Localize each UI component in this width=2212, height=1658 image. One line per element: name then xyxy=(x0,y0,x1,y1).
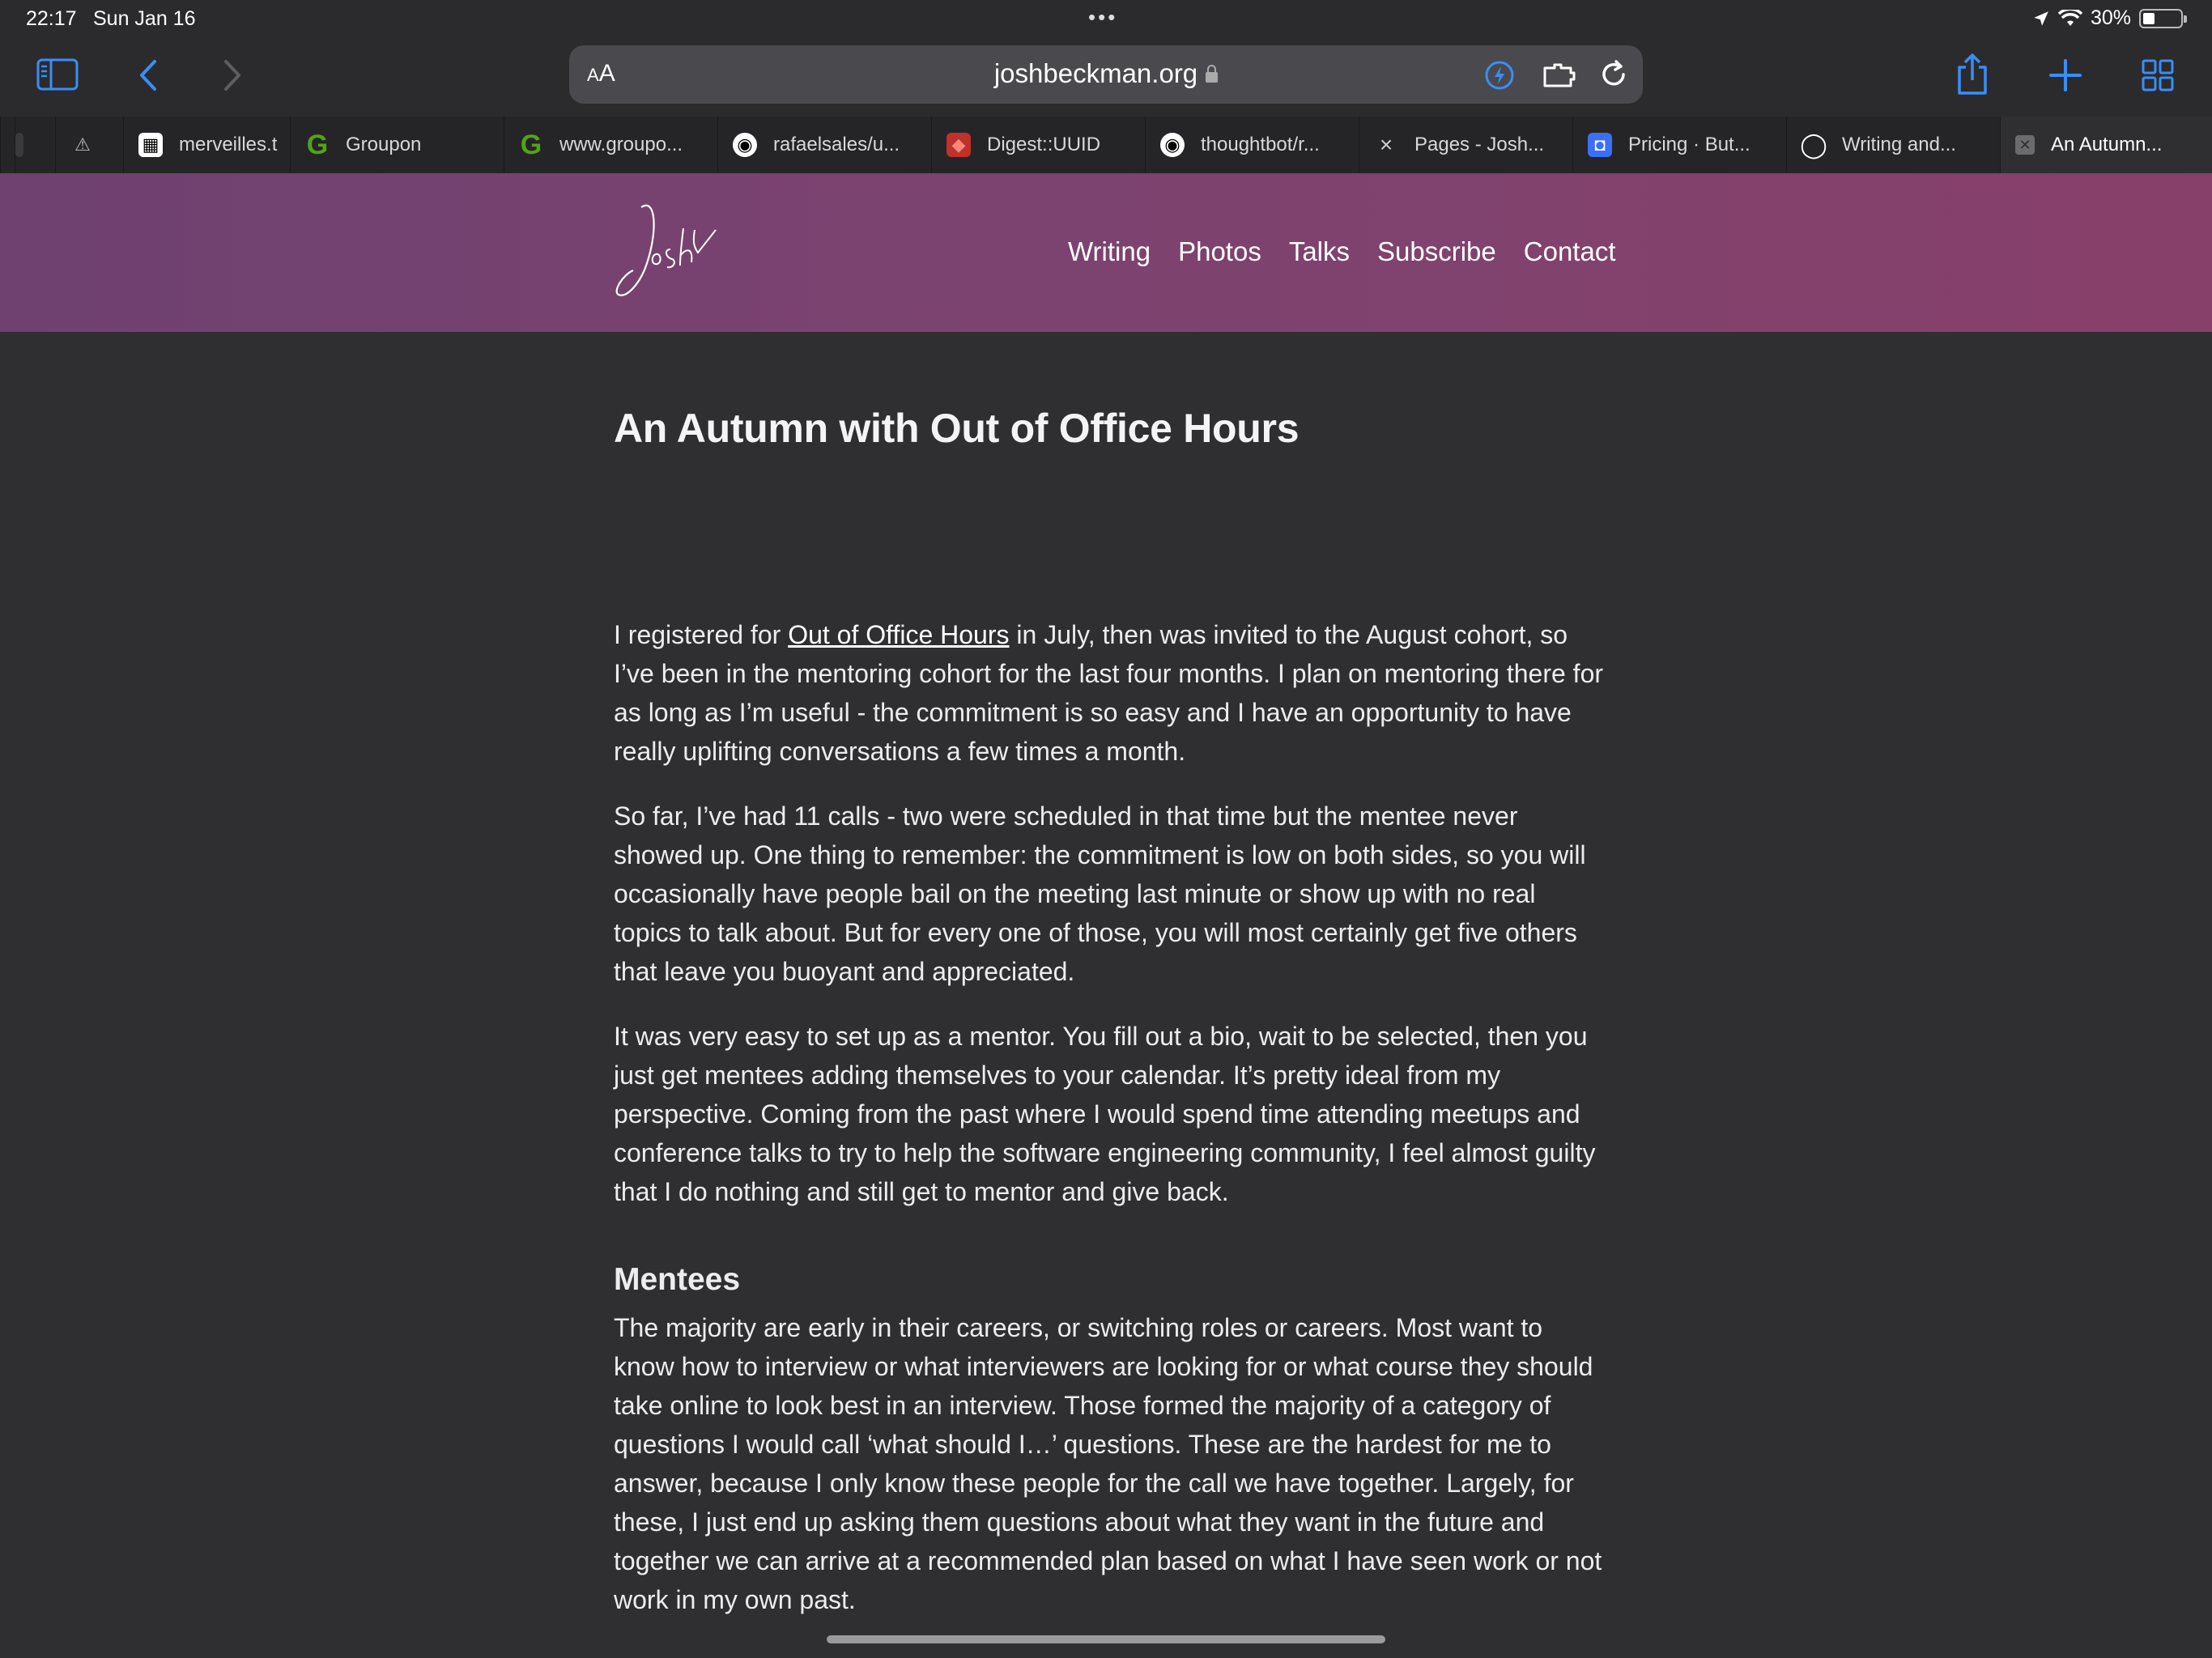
section-heading-mentees: Mentees xyxy=(614,1262,741,1297)
tab-bar: ⚠ ▦ merveilles.t G Groupon G www.groupo.… xyxy=(0,117,2212,173)
paragraph: So far, I’ve had 11 calls - two were sch… xyxy=(614,801,1586,986)
back-arrow-icon[interactable] xyxy=(134,58,162,92)
tab-label: www.groupo... xyxy=(559,134,683,155)
battery-icon xyxy=(2139,8,2187,28)
extension-puzzle-icon[interactable] xyxy=(1541,60,1576,91)
tab-label: merveilles.t xyxy=(179,134,278,155)
tab-item[interactable]: G www.groupo... xyxy=(504,117,717,173)
tab-label: Pages - Josh... xyxy=(1414,134,1545,155)
tab-item[interactable]: ◘ Pricing · But... xyxy=(1572,117,1786,173)
tab-favicon-icon: G xyxy=(306,129,329,160)
paragraph: I registered for Out of Office Hours in … xyxy=(614,620,1604,766)
site-logo[interactable] xyxy=(609,198,722,307)
nav-writing[interactable]: Writing xyxy=(1068,236,1151,267)
tab-item[interactable]: ⚠ xyxy=(55,117,123,173)
github-icon: ◉ xyxy=(1160,133,1185,157)
tab-close-icon[interactable]: × xyxy=(1374,132,1398,157)
forward-arrow-icon[interactable] xyxy=(219,58,246,92)
tab-item[interactable] xyxy=(15,117,55,173)
tab-item[interactable]: × Pages - Josh... xyxy=(1359,117,1572,173)
wifi-icon xyxy=(2057,9,2082,26)
nav-contact[interactable]: Contact xyxy=(1524,236,1616,267)
nav-photos[interactable]: Photos xyxy=(1178,236,1261,267)
ruby-gem-icon: ◆ xyxy=(946,133,971,157)
article-body: I registered for Out of Office Hours in … xyxy=(614,615,1610,1645)
status-right: 30% xyxy=(2032,6,2187,30)
nav-subscribe[interactable]: Subscribe xyxy=(1377,236,1496,267)
status-time: 22:17 xyxy=(26,7,77,30)
lightning-extension-icon[interactable] xyxy=(1484,60,1515,91)
site-header: Writing Photos Talks Subscribe Contact xyxy=(0,173,2212,332)
tab-item[interactable]: ◆ Digest::UUID xyxy=(931,117,1145,173)
new-tab-plus-icon[interactable] xyxy=(2047,57,2084,94)
tab-favicon-icon: ◘ xyxy=(1588,133,1612,157)
location-arrow-icon xyxy=(2034,11,2048,26)
tab-label: An Autumn... xyxy=(2051,134,2163,155)
lock-icon xyxy=(1206,65,1219,83)
status-date: Sun Jan 16 xyxy=(93,7,196,30)
tab-item[interactable]: ◯ Writing and... xyxy=(1786,117,2000,173)
article-title: An Autumn with Out of Office Hours xyxy=(614,406,1300,451)
site-nav: Writing Photos Talks Subscribe Contact xyxy=(1068,236,1616,267)
tab-favicon-icon: ⚠ xyxy=(74,134,91,155)
paragraph: It was very easy to set up as a mentor. … xyxy=(614,1022,1596,1206)
status-bar: 22:17 Sun Jan 16 ••• 30% xyxy=(0,0,2212,39)
signature-logo-icon xyxy=(615,204,717,296)
tab-item[interactable]: ▦ merveilles.t xyxy=(123,117,290,173)
tab-label: rafaelsales/u... xyxy=(773,134,900,155)
tab-item[interactable]: ◉ rafaelsales/u... xyxy=(717,117,931,173)
reload-icon[interactable] xyxy=(1597,58,1630,91)
address-bar[interactable]: AA joshbeckman.org xyxy=(569,45,1643,104)
sidebar-toggle-icon[interactable] xyxy=(36,57,79,92)
battery-percent: 30% xyxy=(2090,6,2131,29)
tab-label: thoughtbot/r... xyxy=(1201,134,1320,155)
tab-favicon-icon: ▦ xyxy=(138,133,163,157)
tab-label: Digest::UUID xyxy=(987,134,1101,155)
paragraph: The majority are early in their careers,… xyxy=(614,1313,1602,1614)
tab-item[interactable]: ◉ thoughtbot/r... xyxy=(1145,117,1359,173)
tab-close-icon[interactable]: ✕ xyxy=(2015,135,2035,155)
tab-item-active[interactable]: ✕ An Autumn... xyxy=(2000,117,2212,173)
tab-favicon-icon: G xyxy=(520,129,542,160)
browser-toolbar: AA joshbeckman.org xyxy=(0,39,2212,117)
out-of-office-hours-link[interactable]: Out of Office Hours xyxy=(788,620,1009,649)
tab-label: Writing and... xyxy=(1842,134,1956,155)
tab-favicon-icon xyxy=(15,133,23,157)
article-header: An Autumn with Out of Office Hours xyxy=(614,405,1610,452)
tab-label: Groupon xyxy=(346,134,422,155)
url-text[interactable]: joshbeckman.org xyxy=(569,58,1643,89)
tab-overview-icon[interactable] xyxy=(2141,58,2175,92)
tab-label: Pricing · But... xyxy=(1628,134,1750,155)
tab-item[interactable]: G Groupon xyxy=(290,117,504,173)
nav-talks[interactable]: Talks xyxy=(1289,236,1350,267)
tab-favicon-icon: ◯ xyxy=(1800,131,1827,159)
home-indicator[interactable] xyxy=(827,1635,1385,1643)
share-icon[interactable] xyxy=(1953,52,1992,97)
multitasking-dots-icon[interactable]: ••• xyxy=(1088,5,1117,30)
github-icon: ◉ xyxy=(733,133,757,157)
tab-item xyxy=(0,117,15,173)
